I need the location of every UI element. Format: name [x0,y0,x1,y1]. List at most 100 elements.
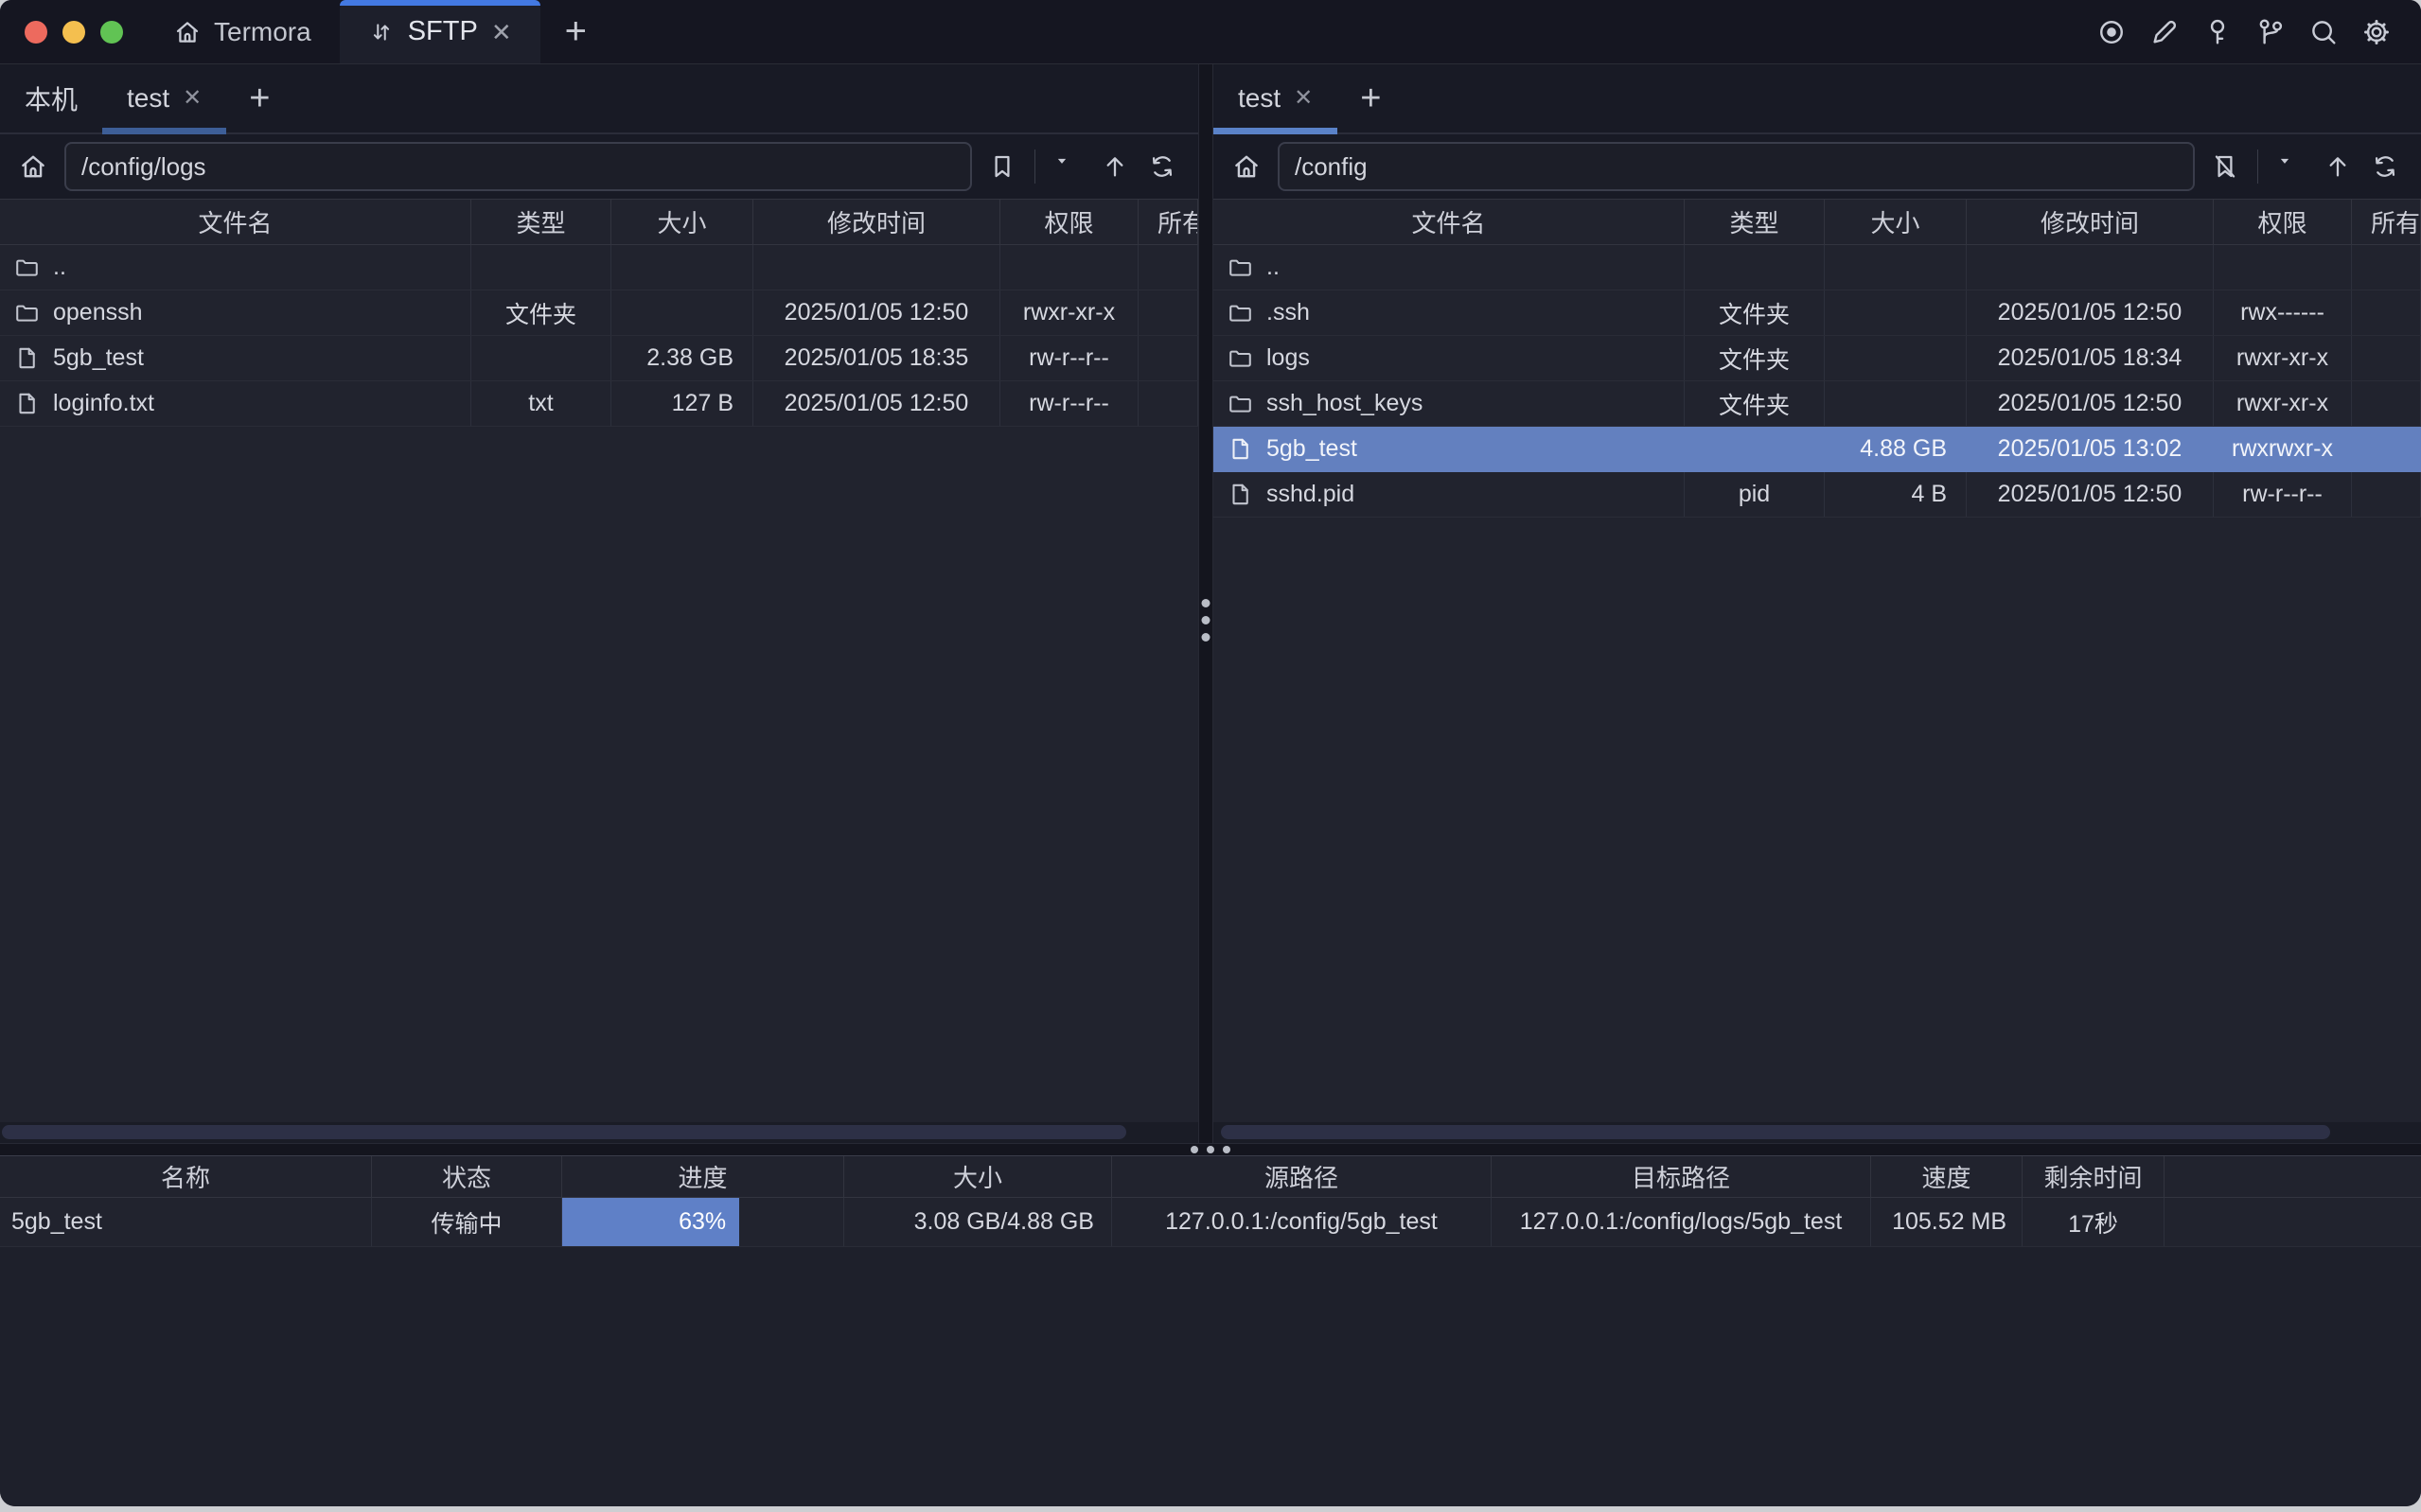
branch-icon[interactable] [2254,16,2287,48]
column-header[interactable]: 权限 [1000,200,1139,244]
search-icon[interactable] [2307,16,2340,48]
file-icon [13,344,41,372]
column-header[interactable]: 修改时间 [1967,200,2214,244]
column-header[interactable]: 所有者 [1139,200,1198,244]
minimize-window-button[interactable] [62,21,85,44]
close-icon[interactable]: ✕ [491,20,512,44]
right-path-tools [2210,149,2404,184]
file-name: .. [1266,254,1280,281]
record-icon[interactable] [2095,16,2128,48]
edit-icon[interactable] [2148,16,2181,48]
file-row[interactable]: 5gb_test 2.38 GB 2025/01/05 18:35 rw-r--… [0,336,1198,381]
left-new-tab-button[interactable]: + [226,64,292,132]
tab-termora[interactable]: Termora [144,0,340,63]
pane-tab[interactable]: test ✕ [1213,64,1337,132]
column-header[interactable]: 权限 [2214,200,2352,244]
settings-icon[interactable] [2360,16,2393,48]
left-path-input[interactable] [64,142,972,191]
close-icon[interactable]: ✕ [1294,87,1313,110]
left-pane-tab-list: 本机 test ✕ [0,64,226,132]
column-header[interactable]: 大小 [1825,200,1967,244]
file-owner [2352,381,2421,426]
right-file-table-body: .. .ssh 文件夹 2025/01/05 12:50 rwx------ [1213,245,2421,518]
close-icon[interactable]: ✕ [183,87,202,110]
home-icon[interactable] [1230,150,1263,183]
file-row[interactable]: openssh 文件夹 2025/01/05 12:50 rwxr-xr-x [0,290,1198,336]
titlebar-actions [2095,0,2421,63]
file-perm: rwxrwxr-x [2214,427,2352,471]
tab-sftp[interactable]: SFTP ✕ [340,0,540,63]
right-horizontal-scrollbar[interactable] [1213,1122,2421,1143]
close-window-button[interactable] [25,21,47,44]
up-directory-icon[interactable] [1100,151,1130,182]
file-row[interactable]: loginfo.txt txt 127 B 2025/01/05 12:50 r… [0,381,1198,427]
column-header[interactable]: 类型 [471,200,611,244]
file-name: openssh [53,299,143,326]
column-header[interactable]: 名称 [0,1156,372,1197]
scrollbar-thumb[interactable] [1221,1125,2330,1139]
file-row[interactable]: ssh_host_keys 文件夹 2025/01/05 12:50 rwxr-… [1213,381,2421,427]
right-pane-tab-list: test ✕ [1213,64,1337,132]
file-owner [2352,245,2421,290]
column-header[interactable]: 大小 [611,200,753,244]
column-header[interactable]: 源路径 [1112,1156,1492,1197]
file-icon [1227,481,1254,508]
bookmark-off-icon[interactable] [2210,151,2240,182]
file-perm: rwx------ [2214,290,2352,335]
left-horizontal-scrollbar[interactable] [0,1122,1198,1143]
file-row[interactable]: sshd.pid pid 4 B 2025/01/05 12:50 rw-r--… [1213,472,2421,518]
pane-tab[interactable]: 本机 [0,64,102,132]
transfer-source: 127.0.0.1:/config/5gb_test [1112,1198,1492,1246]
file-row[interactable]: 5gb_test 4.88 GB 2025/01/05 13:02 rwxrwx… [1213,427,2421,472]
up-directory-icon[interactable] [2323,151,2353,182]
file-row[interactable]: .. [0,245,1198,290]
file-perm: rw-r--r-- [2214,472,2352,517]
column-header[interactable]: 剩余时间 [2023,1156,2165,1197]
file-owner [1139,336,1198,380]
chevron-down-icon[interactable] [1052,151,1083,182]
file-row[interactable]: .. [1213,245,2421,290]
right-path-input[interactable] [1278,142,2195,191]
file-name: ssh_host_keys [1266,390,1423,417]
file-type: txt [471,381,611,426]
column-header[interactable]: 所有者 [2352,200,2421,244]
column-header[interactable]: 修改时间 [753,200,1000,244]
file-row[interactable]: logs 文件夹 2025/01/05 18:34 rwxr-xr-x [1213,336,2421,381]
file-type: 文件夹 [1685,381,1825,426]
home-icon[interactable] [17,150,49,183]
file-row[interactable]: .ssh 文件夹 2025/01/05 12:50 rwx------ [1213,290,2421,336]
column-header[interactable]: 状态 [372,1156,562,1197]
file-name: loginfo.txt [53,390,154,417]
file-size [1825,381,1967,426]
pane-tab-label: test [127,83,169,114]
column-header[interactable]: 目标路径 [1492,1156,1871,1197]
left-pane-tabs: 本机 test ✕ + [0,64,1198,134]
column-header[interactable]: 文件名 [0,200,471,244]
transfer-status: 传输中 [372,1198,562,1246]
file-mtime: 2025/01/05 13:02 [1967,427,2214,471]
column-header[interactable]: 进度 [562,1156,844,1197]
transfer-row[interactable]: 5gb_test 传输中 63% 3.08 GB/4.88 GB 127.0.0… [0,1198,2421,1247]
column-header[interactable]: 大小 [844,1156,1112,1197]
key-icon[interactable] [2201,16,2234,48]
column-header[interactable]: 速度 [1871,1156,2023,1197]
file-size: 2.38 GB [611,336,753,380]
scrollbar-thumb[interactable] [2,1125,1126,1139]
pane-tab[interactable]: test ✕ [102,64,226,132]
refresh-icon[interactable] [2370,151,2400,182]
home-icon [172,17,203,47]
column-header[interactable]: 类型 [1685,200,1825,244]
pane-splitter[interactable] [1198,64,1213,1143]
chevron-down-icon[interactable] [2275,151,2306,182]
column-header[interactable]: 文件名 [1213,200,1685,244]
file-mtime: 2025/01/05 12:50 [753,381,1000,426]
refresh-icon[interactable] [1147,151,1177,182]
file-mtime: 2025/01/05 12:50 [1967,472,2214,517]
right-new-tab-button[interactable]: + [1337,64,1404,132]
transfer-panel-splitter[interactable] [0,1143,2421,1156]
bookmark-icon[interactable] [987,151,1017,182]
zoom-window-button[interactable] [100,21,123,44]
new-tab-button[interactable]: + [540,0,611,63]
file-type: 文件夹 [1685,336,1825,380]
left-pane: 本机 test ✕ + [0,64,1198,1143]
